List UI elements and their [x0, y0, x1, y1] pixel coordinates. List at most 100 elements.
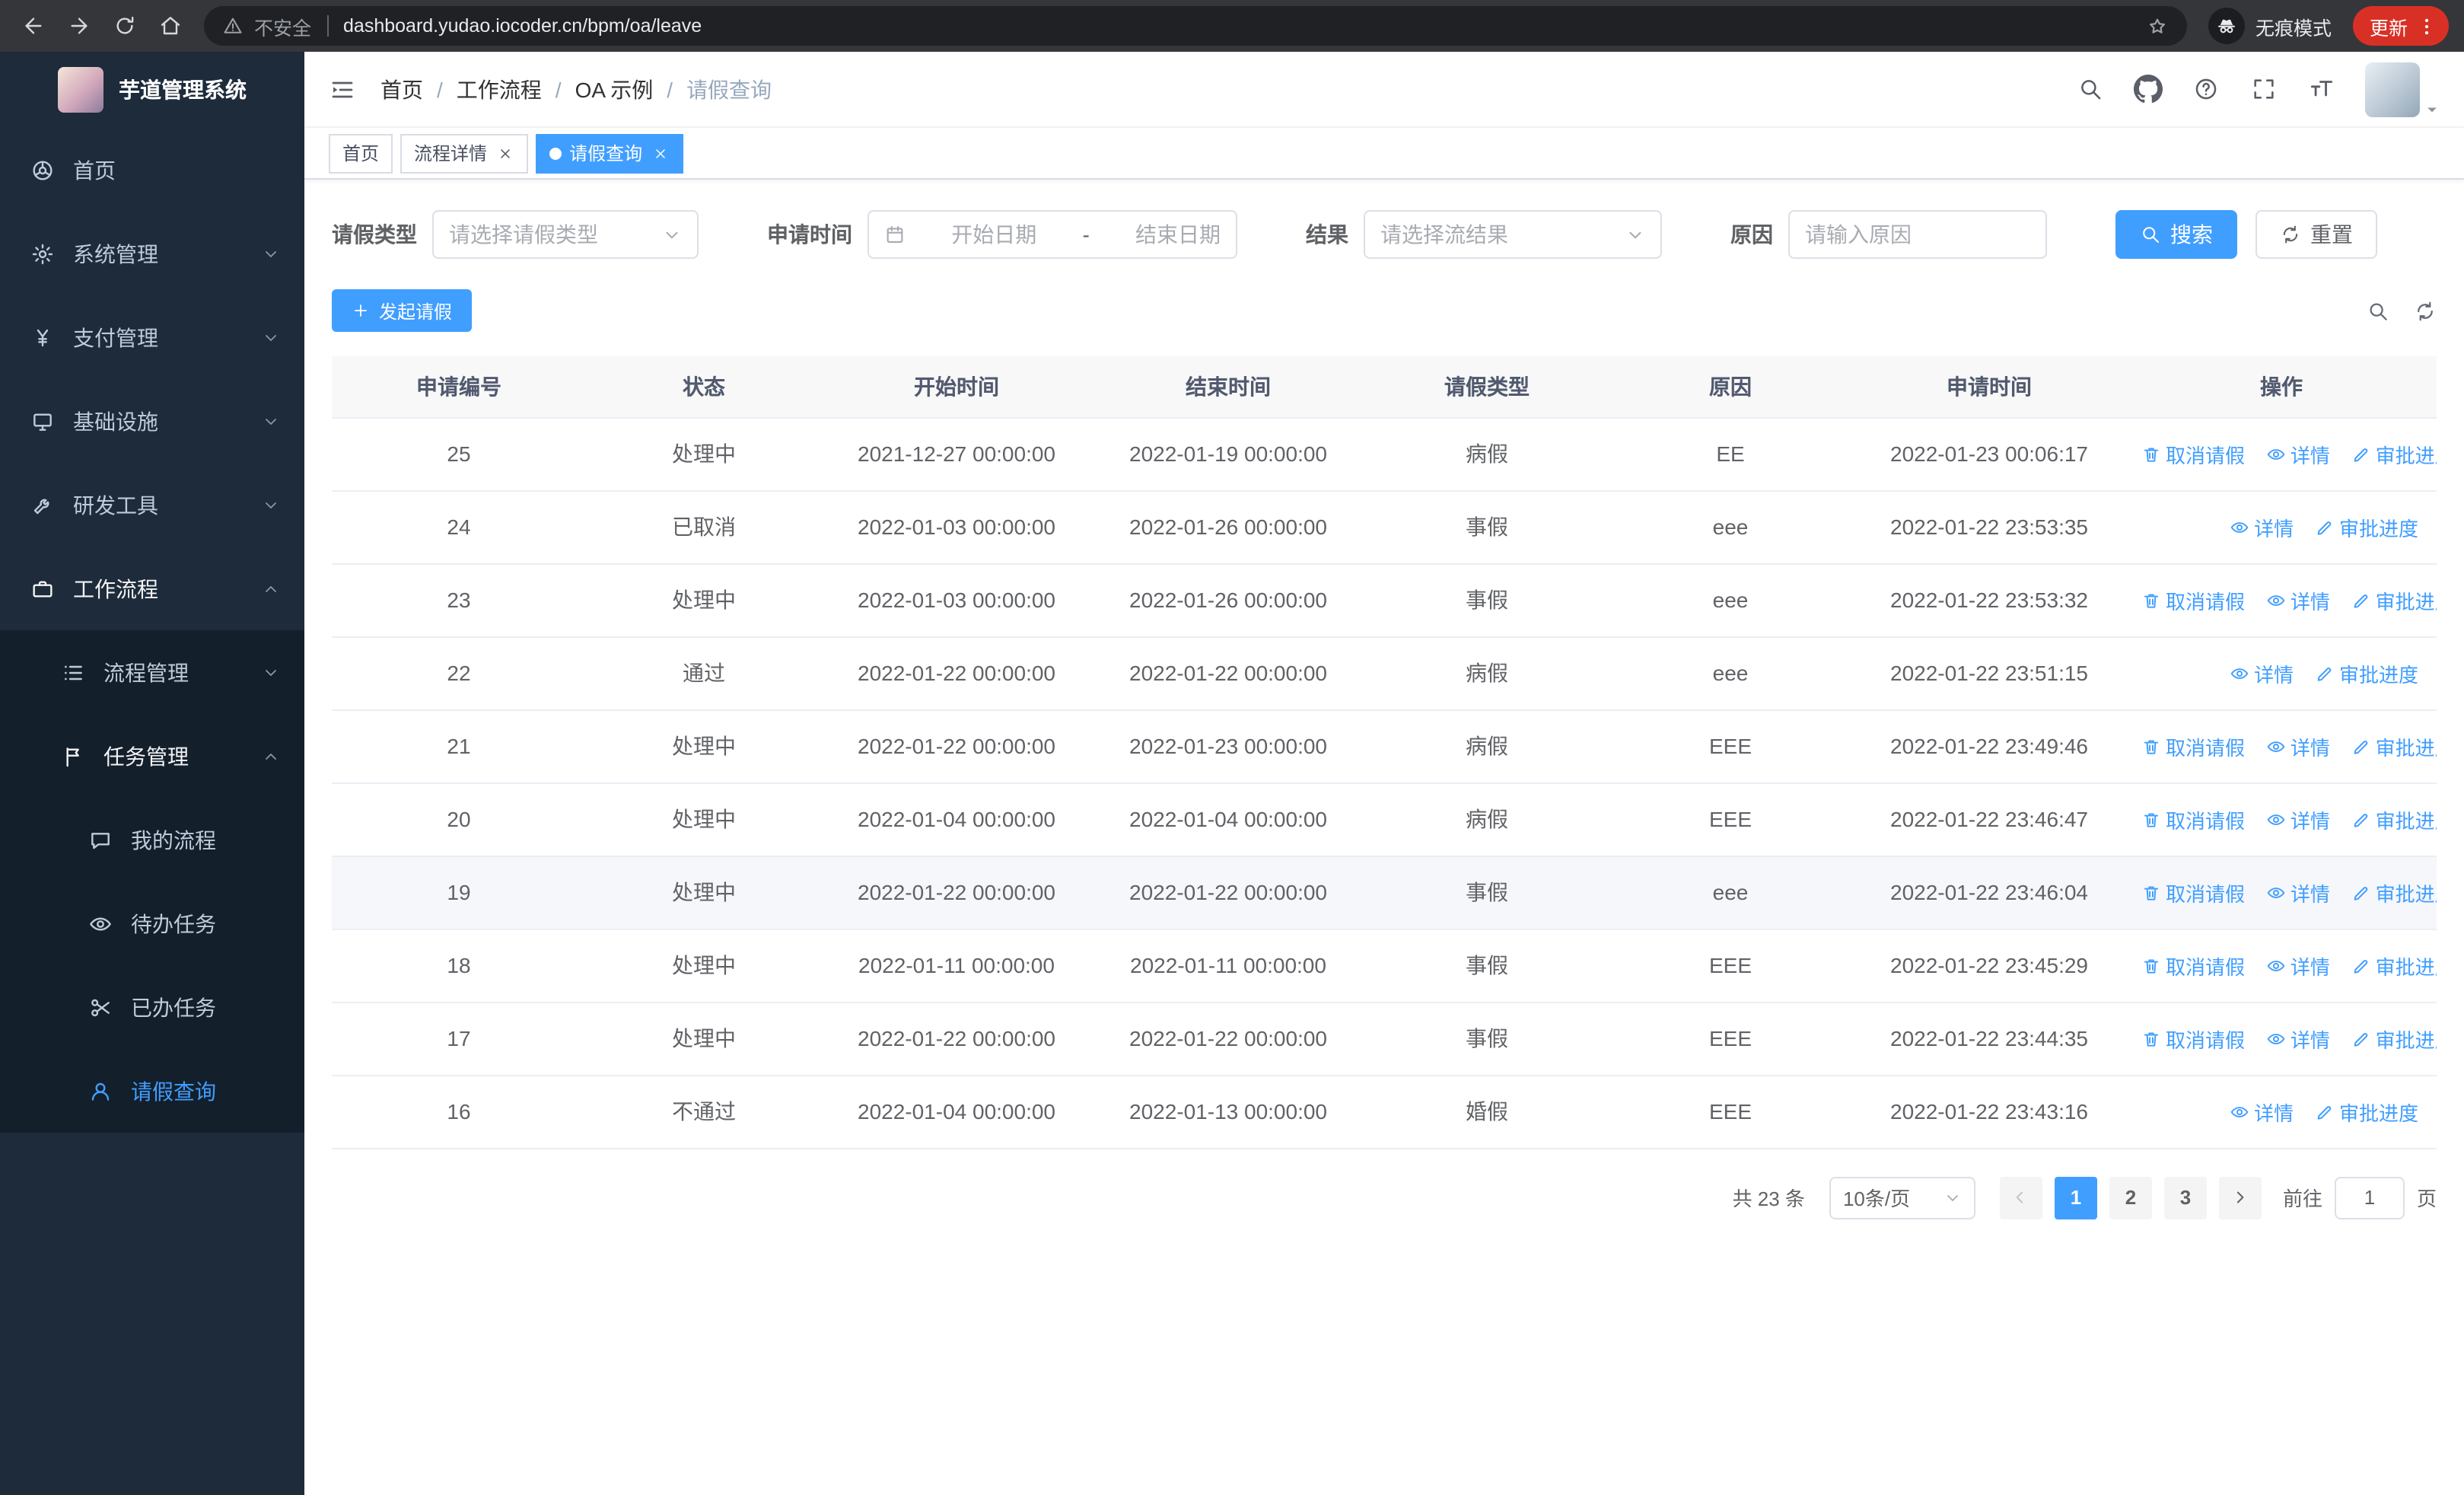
edit-icon: [2351, 590, 2371, 610]
browser-forward-button[interactable]: [58, 5, 100, 47]
close-tab-icon[interactable]: [495, 143, 514, 163]
cancel-leave-link[interactable]: 取消请假: [2141, 878, 2245, 907]
navbar-actions: [2067, 62, 2440, 116]
cell-actions: 取消请假 详情 审批进度: [2126, 709, 2437, 783]
detail-link[interactable]: 详情: [2266, 585, 2330, 614]
user-menu[interactable]: [2365, 62, 2440, 116]
tab-label: 流程详情: [414, 143, 488, 164]
next-page-button[interactable]: [2218, 1176, 2262, 1219]
fullscreen-button[interactable]: [2240, 66, 2286, 112]
sidebar-item-infrastructure[interactable]: 基础设施: [0, 379, 304, 463]
approval-progress-link[interactable]: 审批进度: [2351, 951, 2437, 980]
chat-icon: [88, 827, 113, 852]
detail-link[interactable]: 详情: [2266, 951, 2330, 980]
detail-link[interactable]: 详情: [2230, 658, 2294, 687]
approval-progress-link[interactable]: 审批进度: [2351, 805, 2437, 834]
menu-label: 首页: [73, 158, 116, 182]
sidebar-item-pending-tasks[interactable]: 待办任务: [0, 881, 304, 965]
detail-link[interactable]: 详情: [2230, 512, 2294, 541]
breadcrumb-home[interactable]: 首页: [380, 74, 423, 104]
sidebar-item-home[interactable]: 首页: [0, 128, 304, 212]
search-button[interactable]: 搜索: [2115, 210, 2237, 259]
font-size-button[interactable]: [2298, 66, 2344, 112]
detail-link[interactable]: 详情: [2230, 1097, 2294, 1126]
sidebar-item-dev-tools[interactable]: 研发工具: [0, 463, 304, 547]
detail-link[interactable]: 详情: [2266, 878, 2330, 907]
cancel-leave-link[interactable]: 取消请假: [2141, 585, 2245, 614]
detail-link[interactable]: 详情: [2266, 1024, 2330, 1053]
create-leave-button[interactable]: 发起请假: [332, 289, 473, 332]
sidebar-item-workflow[interactable]: 工作流程: [0, 547, 304, 630]
toggle-search-icon[interactable]: [2367, 299, 2389, 322]
address-bar[interactable]: 不安全 dashboard.yudao.iocoder.cn/bpm/oa/le…: [204, 6, 2187, 46]
reset-button[interactable]: 重置: [2255, 210, 2377, 259]
sidebar-item-leave-query[interactable]: 请假查询: [0, 1049, 304, 1133]
reason-input[interactable]: [1788, 210, 2047, 259]
incognito-icon: [2208, 8, 2245, 44]
leave-type-select[interactable]: 请选择请假类型: [432, 210, 699, 259]
breadcrumb-current: 请假查询: [686, 77, 772, 101]
detail-link[interactable]: 详情: [2266, 732, 2330, 760]
browser-reload-button[interactable]: [103, 5, 146, 47]
bookmark-star-icon[interactable]: [2146, 14, 2169, 37]
cancel-leave-link[interactable]: 取消请假: [2141, 1024, 2245, 1053]
prev-page-button[interactable]: [1999, 1176, 2042, 1219]
approval-progress-link[interactable]: 审批进度: [2315, 512, 2418, 541]
breadcrumb-workflow[interactable]: 工作流程: [457, 74, 542, 104]
table-row: 22 通过 2022-01-22 00:00:00 2022-01-22 00:…: [332, 636, 2437, 710]
tab-home[interactable]: 首页: [329, 133, 393, 173]
detail-label: 详情: [2290, 809, 2330, 832]
browser-back-button[interactable]: [12, 5, 55, 47]
sidebar-item-payment[interactable]: 支付管理: [0, 295, 304, 379]
approval-progress-link[interactable]: 审批进度: [2315, 658, 2418, 687]
sidebar-item-system[interactable]: 系统管理: [0, 212, 304, 295]
breadcrumb-oa-example[interactable]: OA 示例: [575, 74, 654, 104]
cancel-leave-link[interactable]: 取消请假: [2141, 439, 2245, 468]
sidebar-item-done-tasks[interactable]: 已办任务: [0, 965, 304, 1049]
cell-actions: 详情 审批进度: [2126, 1075, 2437, 1149]
sidebar-collapse-button[interactable]: [329, 75, 356, 103]
browser-menu-icon[interactable]: [2415, 14, 2438, 37]
omnibox-divider: [326, 15, 329, 37]
briefcase-icon: [30, 576, 55, 601]
cancel-leave-link[interactable]: 取消请假: [2141, 805, 2245, 834]
scissors-icon: [88, 995, 113, 1019]
tab-leave-query[interactable]: 请假查询: [536, 133, 684, 173]
github-link[interactable]: [2125, 66, 2170, 112]
page-size-select[interactable]: 10条/页: [1829, 1176, 1975, 1219]
global-search-button[interactable]: [2067, 66, 2112, 112]
goto-page-input[interactable]: [2334, 1176, 2405, 1219]
page-button-1[interactable]: 1: [2054, 1176, 2097, 1219]
approval-progress-link[interactable]: 审批进度: [2315, 1097, 2418, 1126]
approval-progress-label: 审批进度: [2375, 809, 2437, 832]
browser-update-button[interactable]: 更新: [2352, 6, 2449, 46]
sidebar-item-task-mgmt[interactable]: 任务管理: [0, 714, 304, 798]
result-select[interactable]: 请选择流结果: [1364, 210, 1662, 259]
cell-start-time: 2022-01-04 00:00:00: [822, 1075, 1091, 1149]
cancel-leave-link[interactable]: 取消请假: [2141, 951, 2245, 980]
browser-home-button[interactable]: [149, 5, 192, 47]
app-logo[interactable]: 芋道管理系统: [0, 52, 304, 128]
approval-progress-link[interactable]: 审批进度: [2351, 732, 2437, 760]
approval-progress-link[interactable]: 审批进度: [2351, 585, 2437, 614]
approval-progress-link[interactable]: 审批进度: [2351, 439, 2437, 468]
page-button-3[interactable]: 3: [2163, 1176, 2207, 1219]
tab-process-detail[interactable]: 流程详情: [400, 133, 529, 173]
cell-end-time: 2022-01-04 00:00:00: [1091, 783, 1365, 856]
end-date-placeholder: 结束日期: [1135, 222, 1221, 247]
help-button[interactable]: [2182, 66, 2228, 112]
sidebar-item-my-processes[interactable]: 我的流程: [0, 798, 304, 881]
sidebar-item-process-mgmt[interactable]: 流程管理: [0, 630, 304, 714]
detail-link[interactable]: 详情: [2266, 439, 2330, 468]
cancel-leave-link[interactable]: 取消请假: [2141, 732, 2245, 760]
approval-progress-link[interactable]: 审批进度: [2351, 878, 2437, 907]
refresh-table-icon[interactable]: [2414, 299, 2437, 322]
gear-icon: [30, 241, 55, 266]
approval-progress-link[interactable]: 审批进度: [2351, 1024, 2437, 1053]
date-range-picker[interactable]: 开始日期 - 结束日期: [867, 210, 1237, 259]
menu-label: 我的流程: [131, 827, 216, 852]
detail-link[interactable]: 详情: [2266, 805, 2330, 834]
filter-apply-time: 申请时间 开始日期 - 结束日期: [767, 210, 1237, 259]
close-tab-icon[interactable]: [650, 143, 670, 163]
page-button-2[interactable]: 2: [2109, 1176, 2152, 1219]
